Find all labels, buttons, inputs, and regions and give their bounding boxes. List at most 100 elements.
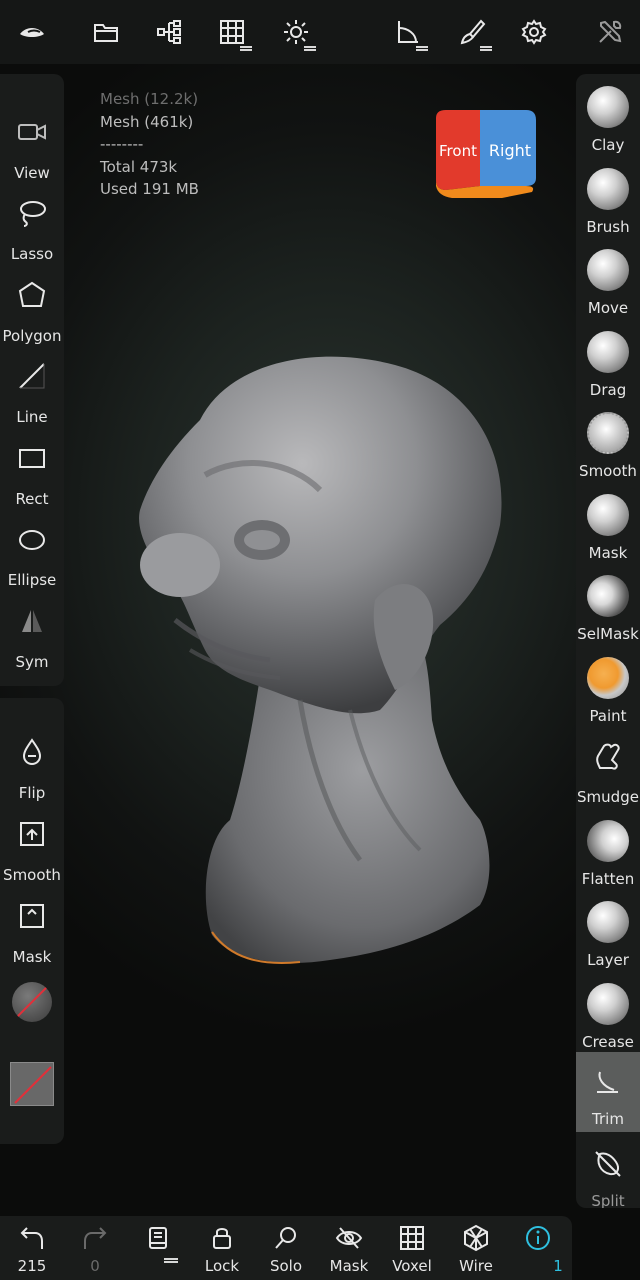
search-icon	[275, 1227, 296, 1249]
history-button[interactable]	[128, 1216, 188, 1280]
brush-mask[interactable]: Mask	[576, 486, 640, 566]
mesh-info-separator: --------	[100, 135, 144, 153]
brush-smooth[interactable]: Smooth	[576, 404, 640, 484]
ellipse-icon	[19, 530, 45, 550]
redo-button[interactable]: 0	[65, 1216, 125, 1280]
topology-button[interactable]	[210, 10, 254, 54]
files-button[interactable]	[84, 10, 128, 54]
material-sphere-button[interactable]	[12, 982, 52, 1022]
tool-view[interactable]: View	[0, 112, 64, 192]
split-icon	[595, 1151, 621, 1177]
lighting-button[interactable]	[274, 10, 318, 54]
brush-clay[interactable]: Clay	[576, 78, 640, 158]
smudge-icon	[596, 743, 620, 770]
folder-icon	[94, 24, 118, 42]
brush-label: SelMask	[577, 625, 639, 643]
action-mask[interactable]: Mask	[0, 896, 64, 976]
voxel-button[interactable]: Voxel	[382, 1216, 442, 1280]
tool-split[interactable]: Split	[576, 1134, 640, 1208]
3d-viewport[interactable]: Mesh (12.2k) Mesh (461k) -------- Total …	[0, 0, 640, 1280]
right-brush-panel: Clay Brush Move Drag Smooth Mask SelMask…	[576, 74, 640, 1208]
book-icon	[149, 1227, 167, 1249]
brush-label: Layer	[587, 951, 629, 969]
solo-label: Solo	[269, 1257, 303, 1275]
solo-button[interactable]: Solo	[256, 1216, 316, 1280]
settings-button[interactable]	[512, 10, 556, 54]
wireframe-button[interactable]: Wire	[446, 1216, 506, 1280]
lock-button[interactable]: Lock	[192, 1216, 252, 1280]
rect-icon	[19, 449, 45, 468]
smooth-brush-icon	[587, 412, 629, 454]
brush-brush[interactable]: Brush	[576, 160, 640, 240]
tool-line[interactable]: Line	[0, 356, 64, 436]
tool-label: Polygon	[2, 327, 62, 345]
mask-label: Mask	[329, 1257, 369, 1275]
brush-move[interactable]: Move	[576, 241, 640, 321]
lock-icon	[213, 1228, 231, 1249]
brush-smudge[interactable]: Smudge	[576, 730, 640, 810]
trim-icon	[398, 21, 418, 43]
wireframe-icon	[464, 1224, 488, 1252]
tool-rect[interactable]: Rect	[0, 438, 64, 518]
action-smooth[interactable]: Smooth	[0, 814, 64, 894]
lasso-icon	[20, 201, 46, 227]
action-label: Smooth	[3, 866, 61, 884]
brush-brush-icon	[587, 168, 629, 210]
brush-crease[interactable]: Crease	[576, 975, 640, 1055]
redo-icon	[84, 1227, 107, 1249]
tool-trim[interactable]: Trim	[576, 1052, 640, 1132]
wire-label: Wire	[459, 1257, 493, 1275]
action-label: Mask	[12, 948, 52, 966]
brush-paint[interactable]: Paint	[576, 649, 640, 729]
paint-tool-button[interactable]	[450, 10, 494, 54]
undo-count: 215	[17, 1257, 47, 1275]
tools-button[interactable]	[588, 10, 632, 54]
undo-icon	[20, 1227, 43, 1249]
brush-flatten[interactable]: Flatten	[576, 812, 640, 892]
undo-button[interactable]: 215	[2, 1216, 62, 1280]
info-button[interactable]: 1	[508, 1216, 568, 1280]
sculpt-model[interactable]	[0, 0, 640, 1280]
action-flip[interactable]: Flip	[0, 732, 64, 812]
paint-brush-icon	[587, 657, 629, 699]
gear-icon	[521, 19, 547, 45]
scene-button[interactable]	[148, 10, 192, 54]
left-action-panel: Flip Smooth Mask	[0, 698, 64, 1144]
brush-drag[interactable]: Drag	[576, 323, 640, 403]
drag-brush-icon	[587, 331, 629, 373]
brush-layer[interactable]: Layer	[576, 893, 640, 973]
scene-tree-icon	[157, 20, 181, 44]
view-cube-front-label: Front	[439, 142, 477, 160]
voxel-grid-icon	[400, 1226, 424, 1250]
submenu-indicator	[164, 1258, 178, 1260]
mask-brush-icon	[587, 494, 629, 536]
brush-label: Crease	[582, 1033, 634, 1051]
app-logo-button[interactable]	[10, 10, 54, 54]
mesh-info-used: Used 191 MB	[100, 180, 199, 198]
mesh-info: Mesh (12.2k) Mesh (461k) -------- Total …	[100, 88, 199, 201]
brush-label: Split	[591, 1192, 625, 1208]
redo-count: 0	[90, 1257, 100, 1275]
symmetry-icon	[22, 610, 42, 632]
polygon-icon	[18, 281, 46, 307]
tool-ellipse[interactable]: Ellipse	[0, 519, 64, 599]
brush-label: Move	[587, 299, 629, 317]
line-icon	[19, 363, 45, 389]
tool-label: View	[14, 164, 50, 182]
brush-selmask[interactable]: SelMask	[576, 567, 640, 647]
brush-label: Drag	[589, 381, 627, 399]
tool-polygon[interactable]: Polygon	[0, 275, 64, 355]
grid-icon	[220, 20, 244, 44]
mask-visibility-button[interactable]: Mask	[319, 1216, 379, 1280]
trim-tool-button[interactable]	[386, 10, 430, 54]
tool-lasso[interactable]: Lasso	[0, 193, 64, 273]
brush-label: Smudge	[577, 788, 639, 806]
view-cube[interactable]: Front Right	[432, 106, 538, 202]
voxel-label: Voxel	[392, 1257, 432, 1275]
color-swatch-button[interactable]	[10, 1062, 54, 1106]
brush-label: Mask	[588, 544, 628, 562]
layer-brush-icon	[587, 901, 629, 943]
left-tool-panel: View Lasso Polygon Line Rect Ellipse Sym	[0, 74, 64, 686]
tool-sym[interactable]: Sym	[0, 601, 64, 681]
sun-icon	[284, 20, 308, 44]
